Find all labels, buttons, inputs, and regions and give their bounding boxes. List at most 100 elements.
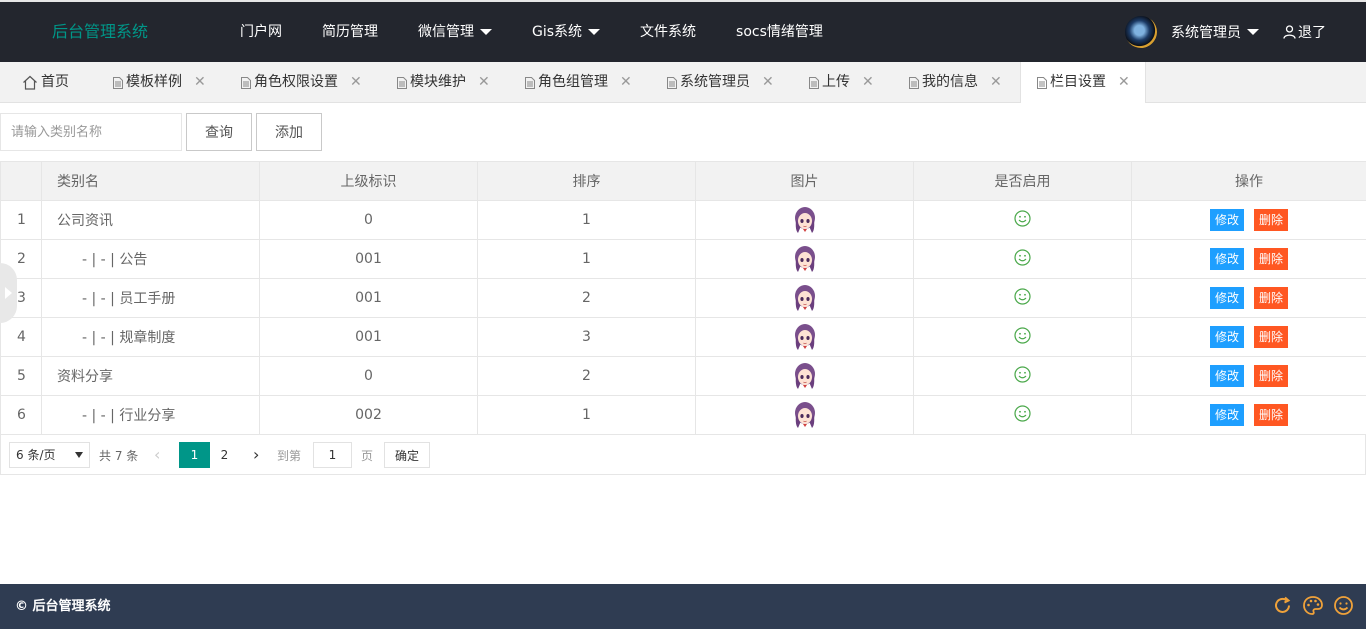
delete-button[interactable]: 删除: [1254, 404, 1289, 426]
edit-button[interactable]: 修改: [1209, 326, 1244, 348]
refresh-icon[interactable]: [1272, 595, 1293, 616]
tab-label: 上传: [822, 74, 850, 90]
app-logo[interactable]: 后台管理系统: [52, 2, 148, 62]
delete-button[interactable]: 删除: [1254, 248, 1289, 270]
edit-button[interactable]: 修改: [1209, 209, 1244, 231]
nav-item-portal[interactable]: 门户网: [240, 2, 282, 62]
nav-item-wechat[interactable]: 微信管理: [418, 2, 492, 62]
smile-icon[interactable]: [1014, 248, 1031, 266]
avatar-image-icon[interactable]: [794, 245, 816, 273]
nav-label: 微信管理: [418, 24, 474, 40]
enabled-cell: [913, 395, 1132, 435]
logout-label: 退了: [1298, 25, 1326, 41]
actions-cell: 修改 删除: [1131, 278, 1366, 318]
prev-page-icon[interactable]: ‹: [154, 447, 160, 463]
nav-label: 门户网: [240, 24, 282, 40]
edit-button[interactable]: 修改: [1209, 404, 1244, 426]
tab-upload[interactable]: 上传 ✕: [809, 62, 874, 103]
close-icon[interactable]: ✕: [1118, 62, 1130, 103]
close-icon[interactable]: ✕: [620, 62, 632, 103]
avatar-image-icon[interactable]: [794, 362, 816, 390]
category-search-input[interactable]: [0, 113, 182, 151]
tab-label: 系统管理员: [680, 74, 750, 90]
col-header-name[interactable]: 类别名: [41, 161, 260, 201]
tab-my-info[interactable]: 我的信息 ✕: [909, 62, 1002, 103]
tab-label: 模板样例: [126, 74, 182, 90]
logout-link[interactable]: 退了: [1283, 22, 1326, 42]
nav-label: Gis系统: [532, 24, 583, 40]
actions-cell: 修改 删除: [1131, 395, 1366, 435]
tab-label: 角色组管理: [538, 74, 608, 90]
category-name: 资料分享: [41, 356, 260, 396]
tab-template[interactable]: 模板样例 ✕: [113, 62, 206, 103]
avatar-image-icon[interactable]: [794, 284, 816, 312]
avatar-image-icon[interactable]: [794, 401, 816, 429]
smile-icon[interactable]: [1014, 287, 1031, 305]
tab-label: 首页: [41, 74, 69, 90]
user-avatar[interactable]: [1125, 16, 1157, 48]
close-icon[interactable]: ✕: [194, 62, 206, 103]
tab-label: 模块维护: [410, 74, 466, 90]
close-icon[interactable]: ✕: [478, 62, 490, 103]
close-icon[interactable]: ✕: [762, 62, 774, 103]
sort-order: 1: [477, 200, 696, 240]
delete-button[interactable]: 删除: [1254, 365, 1289, 387]
next-page-icon[interactable]: ›: [253, 447, 259, 463]
add-button[interactable]: 添加: [256, 113, 322, 151]
tab-role-group[interactable]: 角色组管理 ✕: [525, 62, 632, 103]
category-name: - | - | 规章制度: [41, 317, 260, 357]
col-header-actions: 操作: [1131, 161, 1366, 201]
palette-icon[interactable]: [1302, 595, 1324, 616]
page-size-select[interactable]: 6 条/页: [9, 442, 90, 468]
page-2[interactable]: 2: [209, 442, 240, 468]
file-icon: [525, 76, 535, 89]
category-name: - | - | 公告: [41, 239, 260, 279]
goto-page-input[interactable]: [313, 442, 352, 468]
user-icon: [1283, 25, 1296, 39]
tab-module[interactable]: 模块维护 ✕: [397, 62, 490, 103]
nav-item-resume[interactable]: 简历管理: [322, 2, 378, 62]
caret-down-icon: [480, 29, 492, 35]
col-header-image[interactable]: 图片: [695, 161, 914, 201]
nav-item-gis[interactable]: Gis系统: [532, 2, 601, 62]
avatar-image-icon[interactable]: [794, 206, 816, 234]
delete-button[interactable]: 删除: [1254, 326, 1289, 348]
sort-order: 1: [477, 239, 696, 279]
smile-icon[interactable]: [1014, 365, 1031, 383]
edit-button[interactable]: 修改: [1209, 248, 1244, 270]
col-header-sort[interactable]: 排序: [477, 161, 696, 201]
close-icon[interactable]: ✕: [862, 62, 874, 103]
smile-icon[interactable]: [1333, 595, 1354, 616]
category-table: 类别名 上级标识 排序 图片 是否启用 操作 1 公司资讯 0 1 修改 删除 …: [0, 161, 1366, 435]
page-1[interactable]: 1: [179, 442, 210, 468]
tab-column-settings[interactable]: 栏目设置 ✕: [1020, 62, 1146, 103]
col-header-enabled[interactable]: 是否启用: [913, 161, 1132, 201]
nav-item-files[interactable]: 文件系统: [640, 2, 696, 62]
tab-home[interactable]: 首页: [22, 62, 69, 103]
close-icon[interactable]: ✕: [350, 62, 362, 103]
caret-down-icon: [75, 452, 83, 458]
goto-confirm-button[interactable]: 确定: [384, 442, 430, 468]
delete-button[interactable]: 删除: [1254, 287, 1289, 309]
user-menu[interactable]: 系统管理员: [1171, 22, 1259, 42]
edit-button[interactable]: 修改: [1209, 287, 1244, 309]
tab-sys-admin[interactable]: 系统管理员 ✕: [667, 62, 774, 103]
edit-button[interactable]: 修改: [1209, 365, 1244, 387]
delete-button[interactable]: 删除: [1254, 209, 1289, 231]
image-cell: [695, 278, 914, 318]
sidebar-toggle[interactable]: [0, 263, 17, 323]
image-cell: [695, 239, 914, 279]
nav-item-socs[interactable]: socs情绪管理: [736, 2, 823, 62]
close-icon[interactable]: ✕: [990, 62, 1002, 103]
smile-icon[interactable]: [1014, 404, 1031, 422]
avatar-image-icon[interactable]: [794, 323, 816, 351]
row-index: 5: [0, 356, 42, 396]
smile-icon[interactable]: [1014, 209, 1031, 227]
row-index: 1: [0, 200, 42, 240]
parent-id: 0: [259, 356, 478, 396]
tab-role-permission[interactable]: 角色权限设置 ✕: [241, 62, 362, 103]
query-button[interactable]: 查询: [186, 113, 252, 151]
smile-icon[interactable]: [1014, 326, 1031, 344]
col-header-parent[interactable]: 上级标识: [259, 161, 478, 201]
file-icon: [1037, 76, 1047, 89]
